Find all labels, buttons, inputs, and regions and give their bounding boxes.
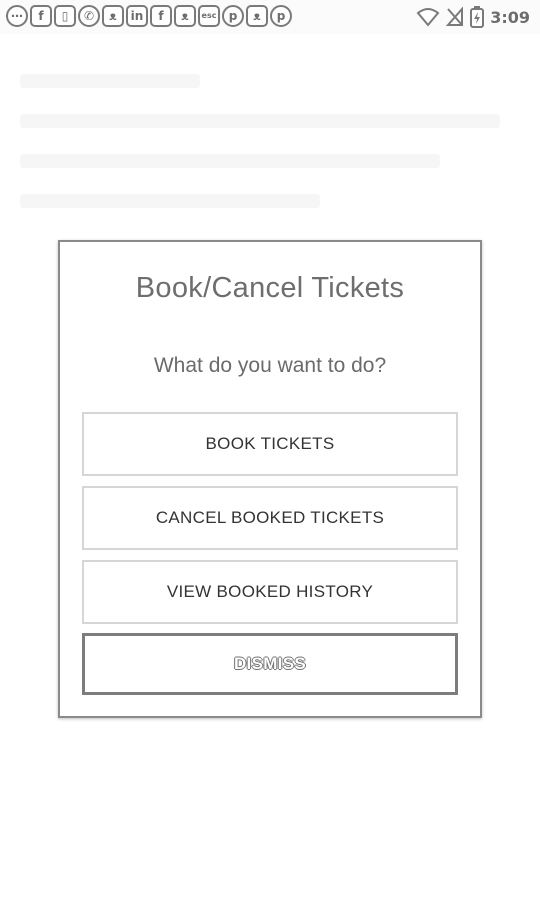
esc-icon: esc	[198, 5, 220, 27]
book-tickets-button[interactable]: BOOK TICKETS	[82, 412, 458, 476]
cat-icon: ᴥ	[102, 5, 124, 27]
background-text	[20, 74, 200, 88]
background-text	[20, 114, 500, 128]
dialog-title: Book/Cancel Tickets	[135, 272, 405, 304]
pinterest-icon: p	[222, 5, 244, 27]
cancel-booked-tickets-button[interactable]: CANCEL BOOKED TICKETS	[82, 486, 458, 550]
background-text	[20, 154, 440, 168]
book-cancel-dialog: Book/Cancel Tickets What do you want to …	[58, 240, 482, 718]
clock: 3:09	[490, 7, 530, 27]
message-icon: ▯	[54, 5, 76, 27]
facebook-icon: f	[30, 5, 52, 27]
pinterest-icon-2: p	[270, 5, 292, 27]
system-icons: 3:09	[416, 5, 530, 29]
whatsapp-icon: ✆	[78, 5, 100, 27]
cat-icon-2: ᴥ	[174, 5, 196, 27]
wifi-icon	[416, 8, 440, 27]
battery-charging-icon	[470, 6, 485, 28]
dismiss-button[interactable]: DISMISS	[82, 633, 458, 695]
background-text	[20, 194, 320, 208]
facebook-icon-2: f	[150, 5, 172, 27]
no-signal-icon	[446, 7, 464, 26]
status-bar: ⋯ f ▯ ✆ ᴥ in f ᴥ esc p ᴥ p 3:09	[0, 0, 540, 34]
linkedin-icon: in	[126, 5, 148, 27]
view-booked-history-button[interactable]: VIEW BOOKED HISTORY	[82, 560, 458, 624]
more-icon: ⋯	[6, 5, 28, 27]
cat-icon-3: ᴥ	[246, 5, 268, 27]
notification-icons: ⋯ f ▯ ✆ ᴥ in f ᴥ esc p ᴥ p	[6, 5, 292, 29]
dialog-message: What do you want to do?	[153, 354, 387, 377]
